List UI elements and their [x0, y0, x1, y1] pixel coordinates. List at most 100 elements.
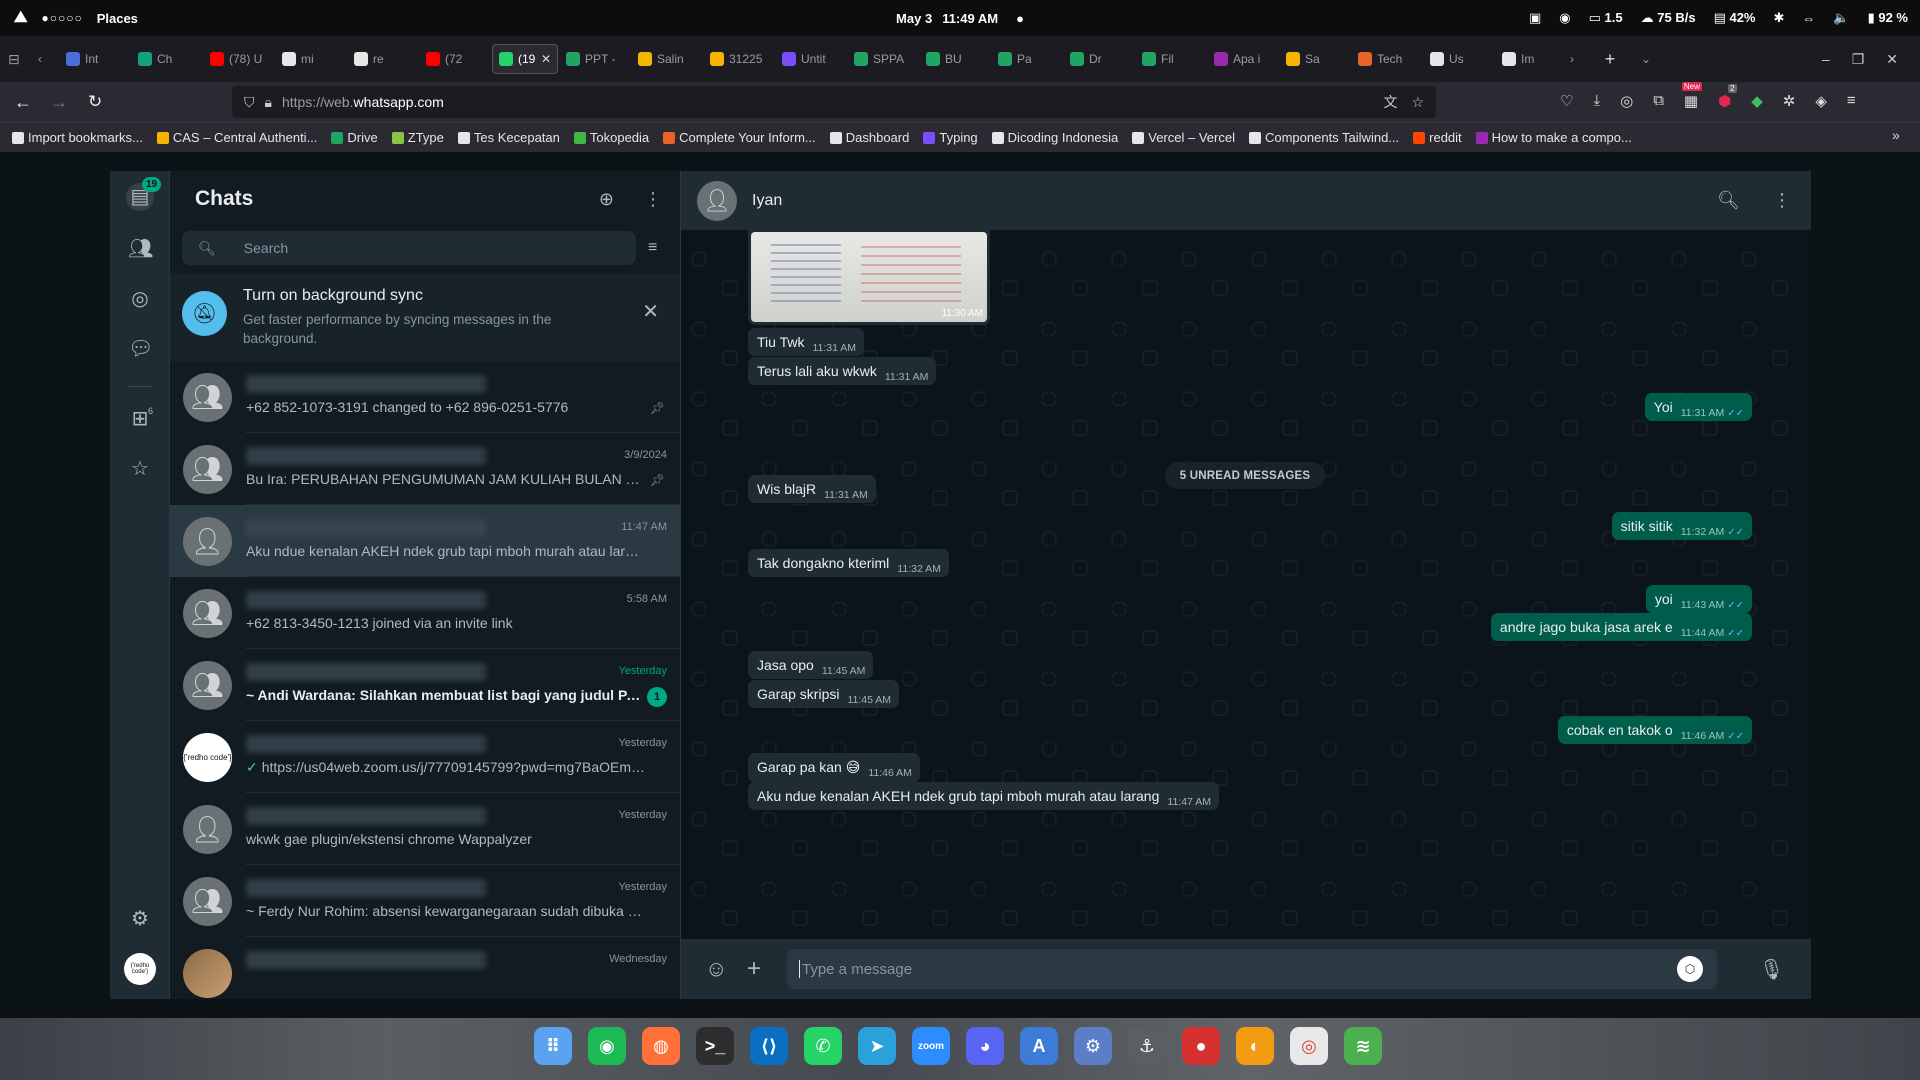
places-menu[interactable]: Places: [97, 11, 138, 26]
translate-icon[interactable]: 文: [1383, 92, 1397, 112]
incoming-message[interactable]: Tiu Twk 11:31 AM: [748, 328, 865, 356]
terminal-dock-icon[interactable]: >_: [696, 1027, 734, 1065]
browser-tab[interactable]: Untit: [776, 44, 846, 74]
forward-icon[interactable]: →: [50, 92, 68, 113]
bookmark-item[interactable]: Tokopedia: [573, 130, 649, 145]
gear-ext-icon[interactable]: ✲: [1783, 92, 1796, 110]
settings-gear-icon[interactable]: ⚙: [128, 907, 152, 931]
vpn-icon[interactable]: ◆: [1751, 92, 1763, 110]
bookmark-item[interactable]: Tes Kecepatan: [457, 130, 560, 145]
pocket-icon[interactable]: ♡: [1560, 92, 1573, 110]
incoming-message[interactable]: Garap pa kan 😅 11:46 AM: [748, 753, 920, 782]
new-chat-icon[interactable]: ⊕: [599, 189, 614, 210]
zoom-dock-icon[interactable]: zoom: [912, 1027, 950, 1065]
chat-list-item[interactable]: 👤︎ Yesterday wkwk gae plugin/ekstensi chro…: [170, 793, 680, 865]
bookmark-item[interactable]: Drive: [331, 130, 378, 145]
password-icon[interactable]: ◈: [1815, 92, 1827, 110]
chat-list-item[interactable]: 👥︎ +62 852-1073-3191 changed to +62 896-0…: [170, 361, 680, 433]
channels-icon[interactable]: 💬︎: [128, 337, 153, 361]
bookmark-item[interactable]: CAS – Central Authenti...: [156, 130, 317, 145]
search-input[interactable]: 🔍︎ Search: [182, 231, 636, 265]
image-message[interactable]: 11:30 AM: [748, 229, 990, 325]
volume-icon[interactable]: 🔈: [1833, 10, 1849, 26]
incoming-message[interactable]: Garap skripsi 11:45 AM: [748, 680, 900, 708]
tab-list-icon[interactable]: ⊟: [8, 51, 38, 68]
battery-indicator[interactable]: ▮ 92 %: [1868, 10, 1908, 26]
menu-icon[interactable]: ≡: [1847, 92, 1856, 110]
extension-icon[interactable]: ✱: [1774, 10, 1785, 26]
tray-icon[interactable]: ▣: [1529, 10, 1541, 26]
bookmark-star-icon[interactable]: ☆: [1411, 94, 1424, 111]
close-icon[interactable]: ✕: [642, 299, 659, 324]
chat-list-item[interactable]: 👤︎ 11:47 AM Aku ndue kenalan AKEH ndek gru…: [170, 505, 680, 577]
incoming-message[interactable]: Wis blajR 11:31 AM: [748, 475, 876, 503]
extensions-icon[interactable]: ⧉: [1653, 92, 1664, 110]
back-icon[interactable]: ←: [14, 92, 32, 113]
bookmark-item[interactable]: Typing: [923, 130, 978, 145]
chat-list-item[interactable]: 👥︎ Yesterday ~ Andi Wardana: Silahkan memb…: [170, 649, 680, 721]
bookmark-item[interactable]: Dicoding Indonesia: [991, 130, 1118, 145]
grammar-extension-icon[interactable]: ⬡: [1677, 956, 1703, 982]
chat-list-item[interactable]: 👥︎ 3/9/2024 Bu Ira: PERUBAHAN PENGUMUMAN J…: [170, 433, 680, 505]
message-input[interactable]: Type a message ⬡: [787, 949, 1717, 989]
tweaks-dock-icon[interactable]: ⚙: [1074, 1027, 1112, 1065]
network-icon[interactable]: ⇔: [1802, 11, 1815, 26]
telegram-dock-icon[interactable]: ➤: [858, 1027, 896, 1065]
reload-icon[interactable]: ↻: [88, 92, 102, 112]
browser-tab[interactable]: Apa i: [1208, 44, 1278, 74]
browser-tab[interactable]: (19 ✕: [492, 44, 558, 74]
incoming-message[interactable]: Tak dongakno kteriml 11:32 AM: [748, 549, 949, 577]
new-feature-icon[interactable]: ▦ New: [1681, 82, 1702, 110]
restore-icon[interactable]: ❐: [1852, 51, 1865, 68]
panel-menu-icon[interactable]: ⋮: [644, 189, 662, 210]
workspace-indicator[interactable]: ●○○○○: [41, 11, 82, 25]
starred-icon[interactable]: ☆: [128, 457, 152, 481]
browser-tab[interactable]: Sa: [1280, 44, 1350, 74]
contact-name[interactable]: Iyan: [752, 192, 782, 210]
browser-tab[interactable]: Dr: [1064, 44, 1134, 74]
firefox-dock-icon[interactable]: ◍: [642, 1027, 680, 1065]
archived-icon[interactable]: ⊞ 6: [128, 406, 153, 431]
browser-tab[interactable]: Im: [1496, 44, 1566, 74]
bookmark-item[interactable]: Complete Your Inform...: [663, 130, 816, 145]
appstore-dock-icon[interactable]: A: [1020, 1027, 1058, 1065]
url-bar[interactable]: ⛉ 🔒︎ https://web.whatsapp.com 文 ☆: [232, 86, 1436, 118]
chat-list-item[interactable]: {'redho code'} Yesterday ✓ https://us04web.…: [170, 721, 680, 793]
settings-dock-icon[interactable]: ⚓: [1128, 1027, 1166, 1065]
shield-icon[interactable]: ⛉: [244, 94, 255, 111]
bookmarks-overflow-icon[interactable]: »: [1892, 127, 1900, 143]
browser-tab[interactable]: Us: [1424, 44, 1494, 74]
browser-tab[interactable]: Pa: [992, 44, 1062, 74]
outgoing-message[interactable]: sitik sitik 11:32 AM ✓✓: [1611, 512, 1752, 540]
browser-tab[interactable]: (72: [420, 44, 490, 74]
ublock-icon[interactable]: ⬢ 2: [1718, 84, 1737, 110]
outgoing-message[interactable]: andre jago buka jasa arek e 11:44 AM ✓✓: [1490, 613, 1752, 641]
chat-list-item[interactable]: 👥︎ 5:58 AM +62 813-3450-1213 joined via an…: [170, 577, 680, 649]
account-icon[interactable]: ◎: [1620, 92, 1633, 110]
tab-scroll-left-icon[interactable]: ‹: [38, 52, 60, 66]
bookmark-item[interactable]: How to make a compo...: [1475, 130, 1632, 145]
chats-icon[interactable]: ▤ 19: [126, 177, 162, 211]
browser-tab[interactable]: 31225: [704, 44, 774, 74]
lock-icon[interactable]: 🔒︎: [265, 94, 272, 111]
chat-search-icon[interactable]: 🔍︎: [1717, 190, 1740, 211]
tab-scroll-right-icon[interactable]: ›: [1570, 52, 1592, 66]
browser-tab[interactable]: Fil: [1136, 44, 1206, 74]
browser-tab[interactable]: Ch: [132, 44, 202, 74]
spotify-dock-icon[interactable]: ◉: [588, 1027, 626, 1065]
status-icon[interactable]: ◎: [128, 287, 152, 311]
communities-icon[interactable]: 👥︎: [128, 237, 153, 261]
chrome-dock-icon[interactable]: ◎: [1290, 1027, 1328, 1065]
image-thumbnail[interactable]: 11:30 AM: [751, 232, 987, 322]
profile-avatar[interactable]: {'redho code'}: [124, 953, 156, 985]
browser-tab[interactable]: BU: [920, 44, 990, 74]
layers-dock-icon[interactable]: ≋: [1344, 1027, 1382, 1065]
incoming-message[interactable]: Aku ndue kenalan AKEH ndek grub tapi mbo…: [748, 782, 1219, 810]
discord-dock-icon[interactable]: ◕: [966, 1027, 1004, 1065]
bookmark-item[interactable]: Import bookmarks...: [12, 130, 143, 145]
incoming-message[interactable]: Terus lali aku wkwk 11:31 AM: [748, 357, 937, 385]
download-icon[interactable]: ⤓: [1593, 92, 1600, 110]
activities-icon[interactable]: ⛰: [14, 9, 27, 27]
filter-icon[interactable]: ≡: [648, 239, 657, 257]
conversation-header[interactable]: 👤︎ Iyan 🔍︎ ⋮: [681, 171, 1811, 230]
